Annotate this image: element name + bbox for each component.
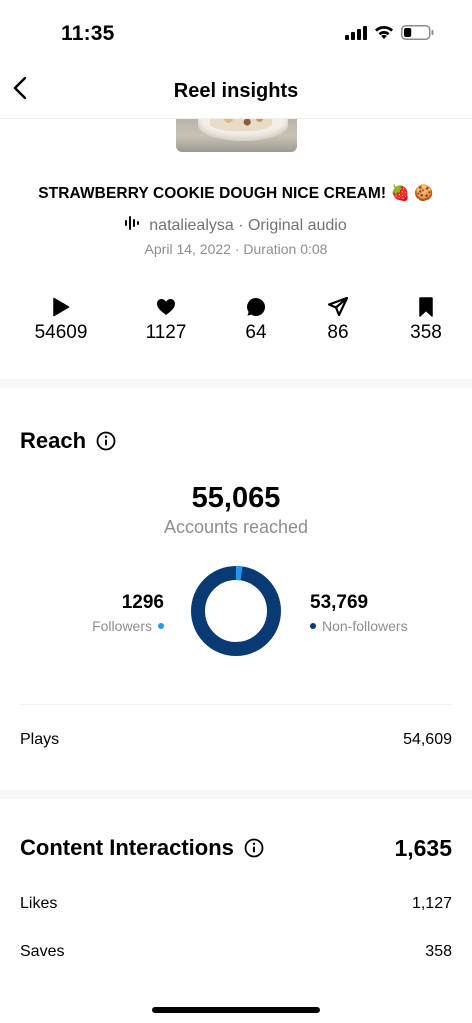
audio-label: natalie­alysa · Original audio (149, 216, 347, 234)
stat-value: 358 (410, 322, 442, 343)
saves-value: 358 (425, 943, 452, 960)
plays-label: Plays (20, 731, 60, 748)
stats-row: 54609 1127 64 86 358 (0, 296, 472, 356)
reach-donut-chart (191, 566, 281, 656)
play-icon (52, 296, 70, 318)
info-icon[interactable] (244, 838, 264, 858)
home-indicator[interactable] (152, 1007, 320, 1013)
saves-label: Saves (20, 943, 65, 960)
comment-icon (246, 296, 266, 318)
status-time: 11:35 (61, 22, 115, 45)
content-interactions-title: Content Interactions (20, 835, 234, 860)
heart-icon (156, 296, 176, 318)
info-icon[interactable] (96, 431, 116, 451)
content-interactions-total: 1,635 (394, 835, 452, 861)
accounts-reached-label: Accounts reached (163, 517, 309, 537)
cellular-signal-icon (345, 25, 367, 45)
likes-row: Likes 1,127 (20, 895, 452, 913)
section-divider (0, 790, 472, 799)
battery-icon (401, 25, 434, 45)
stat-likes: 1127 (121, 296, 211, 344)
accounts-reached-value: 55,065 (191, 482, 281, 514)
row-divider (20, 704, 452, 705)
stat-shares: 86 (293, 296, 383, 344)
reel-meta: April 14, 2022 · Duration 0:08 (144, 241, 328, 257)
section-divider (0, 379, 472, 388)
stat-saves: 358 (381, 296, 471, 344)
stat-value: 64 (245, 322, 267, 343)
reach-heading: Reach (20, 428, 116, 454)
followers-label: Followers (92, 618, 152, 634)
likes-value: 1,127 (411, 895, 452, 912)
saves-row: Saves 358 (20, 943, 452, 961)
nonfollowers-legend-dot (310, 623, 316, 629)
stat-comments: 64 (211, 296, 301, 344)
donut-nonfollowers-segment (191, 566, 281, 656)
followers-legend-dot (158, 623, 164, 629)
content-interactions-heading: Content Interactions (20, 835, 264, 861)
nonfollowers-value: 53,769 (310, 592, 369, 613)
wifi-icon (374, 25, 394, 45)
stat-value: 86 (327, 322, 349, 343)
nonfollowers-block: 53,769 Non-followers (310, 592, 408, 634)
share-icon (328, 296, 348, 318)
reel-title: STRAWBERRY COOKIE DOUGH NICE CREAM! 🍓 🍪 (38, 185, 434, 202)
plays-value: 54,609 (403, 731, 452, 748)
page-title: Reel insights (173, 80, 299, 102)
audio-waveform-icon (125, 216, 143, 235)
followers-value: 1296 (121, 592, 164, 613)
bookmark-icon (418, 296, 434, 318)
stat-value: 1127 (145, 322, 187, 343)
reel-thumbnail[interactable] (176, 119, 297, 152)
reach-title: Reach (20, 428, 87, 453)
plays-row: Plays 54,609 (20, 731, 452, 749)
status-icons (345, 25, 434, 45)
nonfollowers-label: Non-followers (322, 618, 408, 634)
nav-bar: Reel insights (0, 64, 472, 119)
status-bar: 11:35 (0, 0, 472, 64)
audio-line[interactable]: natalie­alysa · Original audio (0, 216, 472, 235)
followers-block: 1296 Followers (92, 592, 164, 634)
likes-label: Likes (20, 895, 58, 912)
stat-plays: 54609 (16, 296, 106, 344)
stat-value: 54609 (34, 322, 88, 343)
